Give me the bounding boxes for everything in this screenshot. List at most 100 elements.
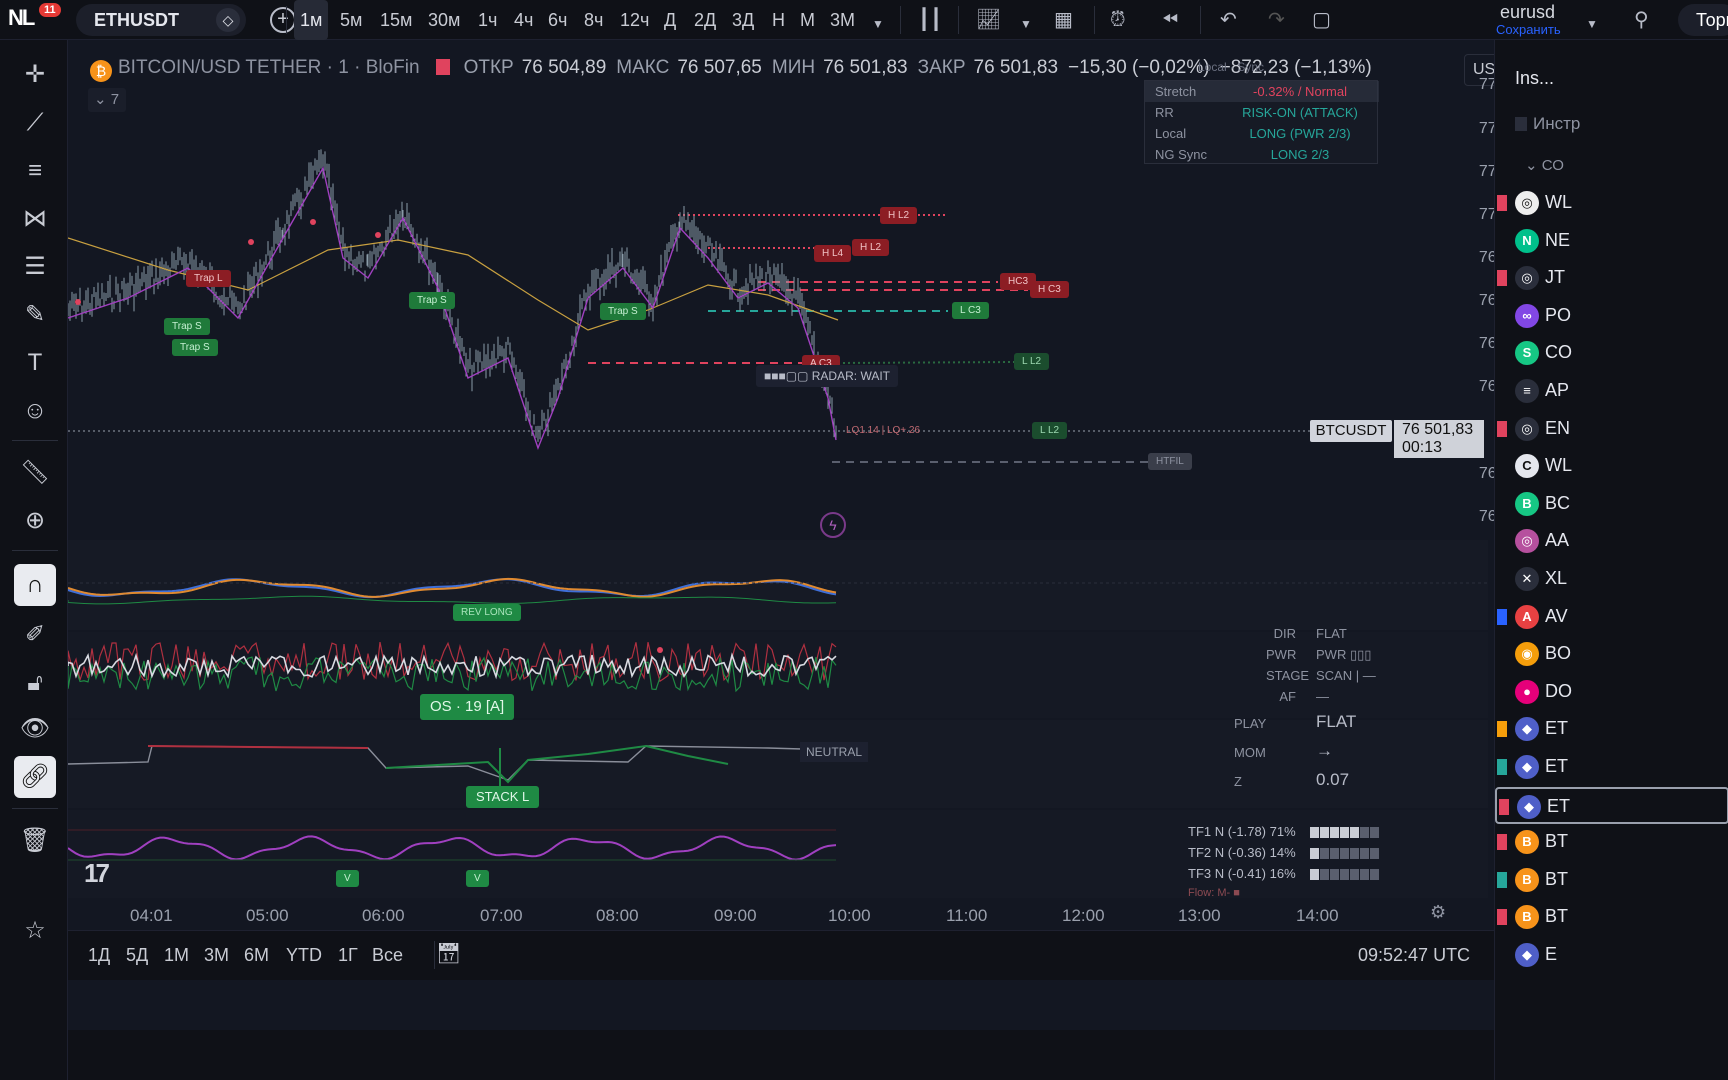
flag-icon[interactable] [1497, 270, 1507, 287]
fullscreen-icon[interactable]: ▢ [1312, 8, 1331, 32]
level-tag[interactable]: H L2 [852, 239, 890, 256]
horizontal-lines-icon[interactable]: ≡ [14, 150, 56, 192]
flag-icon[interactable] [1497, 871, 1507, 888]
watchlist-item[interactable]: B BT [1495, 899, 1728, 936]
signal-tag[interactable]: Trap L [186, 270, 231, 287]
brush-icon[interactable]: ✎ [14, 294, 56, 336]
level-tag[interactable]: H L4 [814, 245, 852, 262]
oscillator-tag[interactable]: OS · 19 [A] [420, 694, 515, 720]
watchlist-item[interactable]: B BT [1495, 824, 1728, 861]
layout-grid-icon[interactable]: ▦ [1054, 8, 1073, 32]
watchlist-item[interactable]: B BC [1495, 486, 1728, 523]
symbol-search-button[interactable]: ETHUSDT ◇ [76, 4, 246, 36]
diamond-icon[interactable]: ◇ [216, 8, 240, 32]
timeframe-Н[interactable]: Н [772, 8, 785, 32]
level-line[interactable] [837, 361, 1015, 364]
stay-drawing-icon[interactable]: ✐ [14, 614, 56, 656]
range-3М[interactable]: 3М [204, 945, 229, 966]
candles-icon[interactable]: ┃┃ [918, 8, 942, 32]
level-tag[interactable]: L L2 [1014, 353, 1050, 370]
watchlist-item[interactable]: ◎ JT [1495, 260, 1728, 297]
range-5Д[interactable]: 5Д [126, 945, 148, 966]
flag-icon[interactable] [1497, 721, 1507, 738]
zoom-icon[interactable]: ⊕ [14, 500, 56, 542]
timeframe-2Д[interactable]: 2Д [694, 8, 716, 32]
indicators-icon[interactable]: 📈︎ [976, 8, 1001, 32]
link-icon[interactable]: 🔗︎ [14, 756, 56, 798]
flag-icon[interactable] [1497, 608, 1507, 625]
emoji-icon[interactable]: ☺ [14, 390, 56, 432]
timeframe-30м[interactable]: 30м [428, 8, 460, 32]
watchlist-item[interactable]: ◉ BO [1495, 636, 1728, 673]
legend-title[interactable]: BITCOIN/USD TETHER · 1 · BloFin [118, 57, 420, 78]
trash-icon[interactable]: 🗑︎ [14, 820, 56, 862]
timeframe-1м[interactable]: 1м [294, 0, 329, 40]
timeframe-1ч[interactable]: 1ч [478, 8, 497, 32]
hide-icon[interactable]: 👁︎ [14, 708, 56, 750]
range-1Г[interactable]: 1Г [338, 945, 358, 966]
timeframe-6ч[interactable]: 6ч [548, 8, 567, 32]
chart-canvas[interactable] [68, 40, 1642, 930]
compare-symbol-button[interactable]: + [270, 7, 296, 33]
level-tag[interactable]: HTFIL [1148, 453, 1192, 470]
watchlist-item[interactable]: ● DO [1495, 674, 1728, 711]
undo-icon[interactable]: ↶ [1220, 8, 1237, 32]
crosshair-icon[interactable]: ✛ [14, 54, 56, 96]
save-layout-link[interactable]: Сохранить [1496, 22, 1561, 37]
signal-tag[interactable]: Trap S [172, 339, 218, 356]
quick-search-icon[interactable]: ⚲ [1634, 8, 1649, 32]
timeframe-15м[interactable]: 15м [380, 8, 412, 32]
lightning-icon[interactable]: ϟ [820, 512, 846, 538]
lock-icon[interactable]: 🔓︎ [14, 662, 56, 704]
chevron-down-icon[interactable]: ▼ [1020, 12, 1032, 36]
trendline-icon[interactable]: ⟋ [14, 102, 56, 144]
magnet-icon[interactable]: ∩ [14, 564, 56, 606]
chart-area[interactable]: ₿ BITCOIN/USD TETHER · 1 · BloFin ОТКР 76 5… [68, 40, 1642, 1030]
v-marker[interactable]: V [336, 870, 359, 887]
level-tag[interactable]: H C3 [1030, 281, 1069, 298]
signal-tag[interactable]: REV LONG [453, 604, 521, 621]
replay-icon[interactable]: ⏪︎ [1162, 8, 1178, 32]
watchlist-item[interactable]: ◆ ET [1495, 711, 1728, 748]
alert-icon[interactable]: ⏰︎ [1110, 8, 1126, 32]
watchlist-item[interactable]: C WL [1495, 448, 1728, 485]
watchlist-item[interactable]: ◎ WL [1495, 185, 1728, 222]
flag-icon[interactable] [435, 59, 450, 75]
trade-button[interactable]: Торг [1678, 4, 1728, 36]
flag-icon[interactable] [1497, 420, 1507, 437]
pattern-icon[interactable]: ⋈ [14, 198, 56, 240]
chevron-down-icon[interactable]: ▼ [872, 12, 884, 36]
watchlist-item[interactable]: B BT [1495, 862, 1728, 899]
gear-icon[interactable]: ⚙ [1430, 902, 1446, 923]
text-icon[interactable]: T [14, 342, 56, 384]
level-tag[interactable]: L L2 [1032, 422, 1068, 439]
timeframe-4ч[interactable]: 4ч [514, 8, 533, 32]
watchlist-item[interactable]: ≡ AP [1495, 373, 1728, 410]
range-1М[interactable]: 1М [164, 945, 189, 966]
timeframe-5м[interactable]: 5м [340, 8, 362, 32]
flag-icon[interactable] [1497, 834, 1507, 851]
signal-tag[interactable]: Trap S [600, 303, 646, 320]
watchlist-item[interactable]: ◎ EN [1495, 411, 1728, 448]
fib-icon[interactable]: ☰ [14, 246, 56, 288]
ruler-icon[interactable]: 📏︎ [14, 452, 56, 494]
range-1Д[interactable]: 1Д [88, 945, 110, 966]
signal-tag[interactable]: Trap S [164, 318, 210, 335]
stack-tag[interactable]: STACK L [466, 786, 540, 808]
timeframe-3М[interactable]: 3М [830, 8, 855, 32]
brand-logo[interactable]: NL 11 [8, 3, 61, 35]
watchlist-item[interactable]: S CO [1495, 335, 1728, 372]
signal-tag[interactable]: Trap S [409, 292, 455, 309]
watchlist-search[interactable]: Инстр [1515, 114, 1580, 134]
flag-icon[interactable] [1497, 759, 1507, 775]
watchlist-item[interactable]: A AV [1495, 599, 1728, 636]
indicators-collapse-toggle[interactable]: ⌄ 7 [88, 88, 126, 112]
watchlist-item[interactable]: ◆ E [1495, 937, 1728, 974]
range-YTD[interactable]: YTD [286, 945, 322, 966]
timeframe-8ч[interactable]: 8ч [584, 8, 603, 32]
tradingview-logo[interactable]: 17 [84, 858, 110, 889]
flag-icon[interactable] [1499, 798, 1509, 815]
star-icon[interactable]: ☆ [14, 910, 56, 952]
watchlist-section[interactable]: ⌄ СО [1525, 156, 1564, 174]
range-Все[interactable]: Все [372, 945, 403, 966]
